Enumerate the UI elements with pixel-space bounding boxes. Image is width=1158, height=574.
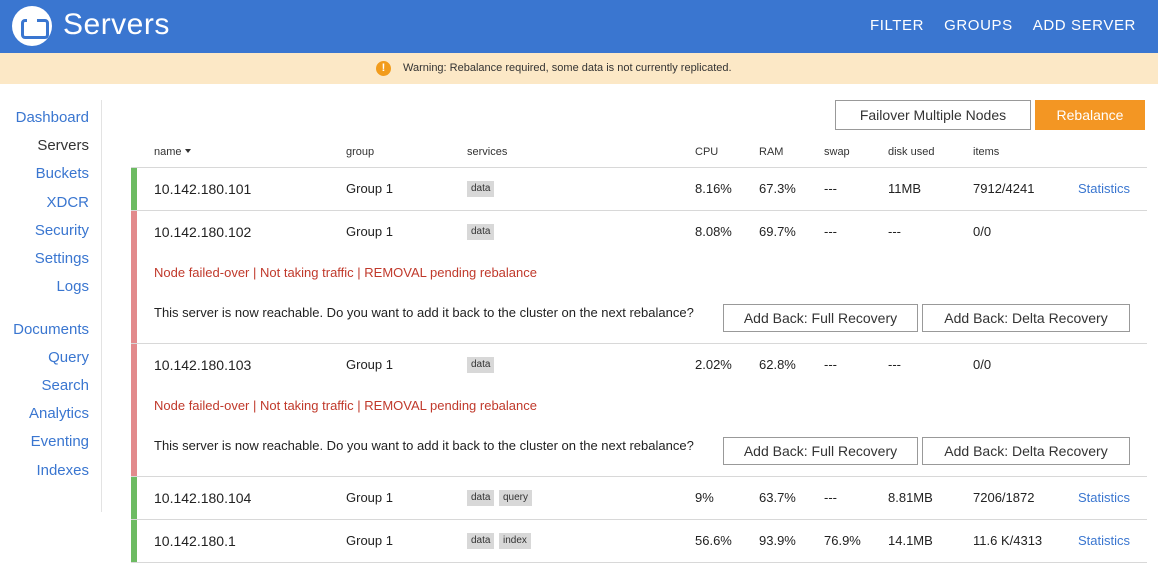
column-header-services[interactable]: services	[467, 146, 507, 158]
divider	[131, 476, 1147, 477]
reachable-message: This server is now reachable. Do you wan…	[154, 438, 694, 453]
service-tag: data	[467, 181, 495, 197]
items-value: 7912/4241	[973, 181, 1035, 196]
divider	[131, 167, 1147, 168]
disk-value: 11MB	[888, 181, 921, 196]
sidebar-item-settings[interactable]: Settings	[35, 250, 89, 267]
service-tag: index	[499, 533, 531, 549]
items-value: 0/0	[973, 224, 992, 239]
add-server-button[interactable]: ADD SERVER	[1033, 17, 1136, 34]
column-header-ram[interactable]: RAM	[759, 146, 783, 158]
server-name: 10.142.180.1	[154, 533, 236, 549]
service-tag: query	[499, 490, 533, 506]
statistics-link[interactable]: Statistics	[1078, 533, 1130, 548]
ram-value: 62.8%	[759, 357, 796, 372]
cpu-value: 56.6%	[695, 533, 732, 548]
top-nav: FILTER GROUPS ADD SERVER	[870, 17, 1136, 34]
divider	[131, 519, 1147, 520]
sidebar: Dashboard Servers Buckets XDCR Security …	[0, 100, 102, 512]
statistics-link[interactable]: Statistics	[1078, 181, 1130, 196]
status-indicator	[131, 477, 137, 519]
sidebar-item-query[interactable]: Query	[48, 349, 89, 366]
failover-status-message: Node failed-over | Not taking traffic | …	[154, 265, 537, 280]
divider	[131, 343, 1147, 344]
sidebar-item-dashboard[interactable]: Dashboard	[16, 109, 89, 126]
sidebar-item-search[interactable]: Search	[41, 377, 89, 394]
server-group: Group 1	[346, 224, 393, 239]
filter-button[interactable]: FILTER	[870, 17, 924, 34]
divider	[131, 210, 1147, 211]
warning-text: Warning: Rebalance required, some data i…	[403, 62, 732, 74]
column-header-swap[interactable]: swap	[824, 146, 850, 158]
sidebar-item-xdcr[interactable]: XDCR	[46, 194, 89, 211]
sidebar-item-logs[interactable]: Logs	[56, 278, 89, 295]
disk-value: ---	[888, 357, 901, 372]
status-indicator	[131, 168, 137, 210]
items-value: 7206/1872	[973, 490, 1035, 505]
sidebar-item-eventing[interactable]: Eventing	[31, 433, 89, 450]
service-tag: data	[467, 490, 495, 506]
service-tag: data	[467, 533, 495, 549]
column-header-disk-used[interactable]: disk used	[888, 146, 934, 158]
couchbase-logo-icon[interactable]	[12, 6, 52, 46]
add-back-full-recovery-button[interactable]: Add Back: Full Recovery	[723, 304, 918, 332]
service-tag: data	[467, 357, 495, 373]
server-group: Group 1	[346, 181, 393, 196]
ram-value: 69.7%	[759, 224, 796, 239]
cpu-value: 8.08%	[695, 224, 732, 239]
ram-value: 67.3%	[759, 181, 796, 196]
sidebar-item-analytics[interactable]: Analytics	[29, 405, 89, 422]
server-group: Group 1	[346, 490, 393, 505]
divider	[131, 562, 1147, 563]
server-name: 10.142.180.104	[154, 490, 252, 506]
cpu-value: 9%	[695, 490, 714, 505]
status-indicator	[131, 520, 137, 562]
status-indicator	[131, 211, 137, 343]
column-header-cpu[interactable]: CPU	[695, 146, 718, 158]
swap-value: ---	[824, 357, 837, 372]
server-name: 10.142.180.102	[154, 224, 252, 240]
failover-multiple-nodes-button[interactable]: Failover Multiple Nodes	[835, 100, 1031, 130]
swap-value: 76.9%	[824, 533, 861, 548]
items-value: 0/0	[973, 357, 992, 372]
cpu-value: 8.16%	[695, 181, 732, 196]
column-header-items[interactable]: items	[973, 146, 999, 158]
server-group: Group 1	[346, 357, 393, 372]
sort-down-icon	[184, 149, 191, 153]
server-name: 10.142.180.103	[154, 357, 252, 373]
column-header-group[interactable]: group	[346, 146, 374, 158]
warning-banner: ! Warning: Rebalance required, some data…	[0, 53, 1158, 84]
warning-icon: !	[376, 61, 391, 76]
sidebar-item-security[interactable]: Security	[35, 222, 89, 239]
add-back-delta-recovery-button[interactable]: Add Back: Delta Recovery	[922, 304, 1130, 332]
statistics-link[interactable]: Statistics	[1078, 490, 1130, 505]
disk-value: ---	[888, 224, 901, 239]
column-header-name[interactable]: name	[154, 146, 191, 158]
sidebar-item-servers[interactable]: Servers	[37, 137, 89, 154]
items-value: 11.6 K/4313	[973, 533, 1043, 548]
server-name: 10.142.180.101	[154, 181, 252, 197]
ram-value: 63.7%	[759, 490, 796, 505]
sidebar-item-indexes[interactable]: Indexes	[36, 462, 89, 479]
add-back-delta-recovery-button[interactable]: Add Back: Delta Recovery	[922, 437, 1130, 465]
groups-button[interactable]: GROUPS	[944, 17, 1013, 34]
disk-value: 8.81MB	[888, 490, 933, 505]
service-tag: data	[467, 224, 495, 240]
disk-value: 14.1MB	[888, 533, 933, 548]
server-group: Group 1	[346, 533, 393, 548]
ram-value: 93.9%	[759, 533, 796, 548]
swap-value: ---	[824, 224, 837, 239]
failover-status-message: Node failed-over | Not taking traffic | …	[154, 398, 537, 413]
page-title: Servers	[63, 8, 170, 41]
swap-value: ---	[824, 490, 837, 505]
reachable-message: This server is now reachable. Do you wan…	[154, 305, 694, 320]
cpu-value: 2.02%	[695, 357, 732, 372]
top-bar: Servers FILTER GROUPS ADD SERVER	[0, 0, 1158, 53]
swap-value: ---	[824, 181, 837, 196]
sidebar-item-documents[interactable]: Documents	[13, 321, 89, 338]
rebalance-button[interactable]: Rebalance	[1035, 100, 1145, 130]
add-back-full-recovery-button[interactable]: Add Back: Full Recovery	[723, 437, 918, 465]
sidebar-item-buckets[interactable]: Buckets	[36, 165, 89, 182]
status-indicator	[131, 344, 137, 476]
